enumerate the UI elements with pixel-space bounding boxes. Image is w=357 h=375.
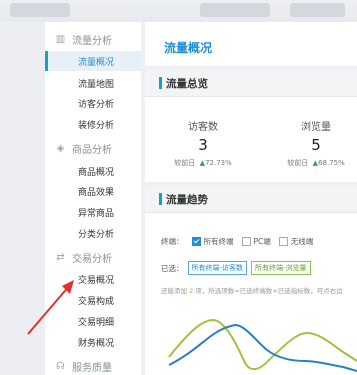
- sidebar-item-product-overview[interactable]: 商品概况: [45, 161, 141, 181]
- sidebar-section-title: 服务质量: [72, 362, 112, 374]
- main-content: 流量概况 流量总览 访客数 3 较前日 ▲72.73% 浏览量 5 较前日 ▲6…: [141, 22, 357, 375]
- sidebar-item-finance-overview[interactable]: 财务概况: [45, 332, 141, 352]
- metric-value: 3: [198, 136, 208, 154]
- hint-count: 2: [189, 287, 194, 295]
- bar-chart-icon: ▥: [55, 33, 66, 45]
- sidebar-item-abnormal-product[interactable]: 异常商品: [45, 202, 141, 222]
- sidebar-item-visitor-analysis[interactable]: 访客分析: [45, 93, 141, 113]
- sidebar-section-product: ◈ 商品分析: [55, 139, 112, 157]
- sidebar-section-title: 流量分析: [72, 35, 112, 47]
- metric-label: 访客数: [188, 122, 218, 133]
- compare-change: 68.75%: [318, 159, 345, 167]
- sidebar-item-category-analysis[interactable]: 分类分析: [45, 223, 141, 243]
- trend-title: 流量趋势: [166, 194, 208, 206]
- checkbox-label: 所有终端: [203, 237, 234, 246]
- sidebar-item-traffic-map[interactable]: 流量地图: [45, 73, 141, 93]
- sidebar-section-service: ☊ 服务质量: [55, 357, 112, 375]
- series-line-pageviews: [168, 318, 357, 371]
- checkbox-all-terminals[interactable]: [191, 237, 201, 246]
- sidebar-item-product-effect[interactable]: 商品效果: [45, 181, 141, 201]
- metric-compare: 较前日 ▲72.73%: [163, 158, 243, 168]
- trend-hint: 还能添加 2 项，所选项数=已选终端数×已选指标数，可点右边: [161, 285, 343, 295]
- headset-icon: ☊: [56, 360, 65, 372]
- terminal-filter: 终端： 所有终端 PC端 无线端: [161, 236, 313, 247]
- selected-label: 已选：: [161, 263, 184, 273]
- top-bar-user[interactable]: [290, 3, 345, 17]
- section-marker: [159, 193, 162, 205]
- checkbox-label: PC端: [253, 237, 271, 246]
- selected-tag[interactable]: 所有终端-访客数: [187, 261, 248, 275]
- metric-value: 5: [311, 136, 321, 154]
- metric-visitors: 访客数 3 较前日 ▲72.73%: [163, 118, 243, 168]
- sidebar-section-title: 商品分析: [72, 144, 112, 156]
- sidebar-section-title: 交易分析: [72, 253, 112, 265]
- hint-suffix: 项，所选项数=已选终端数×已选指标数，可点右边: [195, 287, 343, 295]
- left-nav-strip: [0, 22, 45, 375]
- overview-title: 流量总览: [166, 78, 208, 90]
- arrow-up-icon: ▲: [310, 159, 319, 167]
- checkbox-wireless[interactable]: [278, 237, 288, 246]
- cube-icon: ◈: [56, 142, 65, 154]
- top-bar: [0, 0, 357, 22]
- sidebar-item-trade-composition[interactable]: 交易构成: [45, 290, 141, 310]
- arrow-up-icon: ▲: [197, 159, 206, 167]
- trend-panel: 流量趋势 终端： 所有终端 PC端 无线端 已选： 所有终端-访客数 所有终端-…: [145, 186, 357, 375]
- sidebar-section-trade: ⇄ 交易分析: [55, 248, 112, 266]
- page-title: 流量概况: [164, 41, 213, 55]
- sidebar-item-trade-detail[interactable]: 交易明细: [45, 311, 141, 331]
- trend-header: 流量趋势: [145, 186, 357, 213]
- top-bar-link[interactable]: [200, 3, 270, 17]
- compare-label: 较前日: [287, 159, 309, 167]
- trend-chart: [168, 318, 357, 372]
- sidebar-item-traffic-overview[interactable]: 流量概况: [45, 51, 141, 71]
- compare-label: 较前日: [174, 159, 196, 167]
- terminal-label: 终端：: [161, 237, 184, 246]
- metric-pageviews: 浏览量 5 较前日 ▲68.75%: [275, 118, 357, 168]
- hint-prefix: 还能添加: [161, 287, 187, 295]
- overview-header: 流量总览: [145, 70, 357, 97]
- sidebar: ▥ 流量分析 流量概况 流量地图 访客分析 装修分析 ◈ 商品分析 商品概况 商…: [45, 22, 141, 375]
- sidebar-item-decoration-analysis[interactable]: 装修分析: [45, 114, 141, 134]
- selected-tag[interactable]: 所有终端-浏览量: [251, 261, 311, 275]
- selected-filters: 已选： 所有终端-访客数 所有终端-浏览量: [161, 261, 311, 275]
- compare-change: 72.73%: [205, 159, 232, 167]
- overview-panel: 流量总览 访客数 3 较前日 ▲72.73% 浏览量 5 较前日 ▲68.75%: [145, 70, 357, 182]
- checkbox-label: 无线端: [290, 237, 314, 246]
- sidebar-item-trade-overview[interactable]: 交易概况: [45, 269, 141, 289]
- series-line-visitors: [168, 323, 357, 372]
- checkbox-pc[interactable]: [241, 237, 251, 246]
- top-bar-logo: [10, 3, 70, 17]
- exchange-icon: ⇄: [56, 251, 65, 263]
- section-marker: [159, 77, 162, 89]
- page-header: 流量概况: [145, 22, 357, 66]
- metric-label: 浏览量: [301, 122, 331, 133]
- sidebar-section-traffic: ▥ 流量分析: [55, 30, 112, 48]
- metric-compare: 较前日 ▲68.75%: [275, 158, 357, 168]
